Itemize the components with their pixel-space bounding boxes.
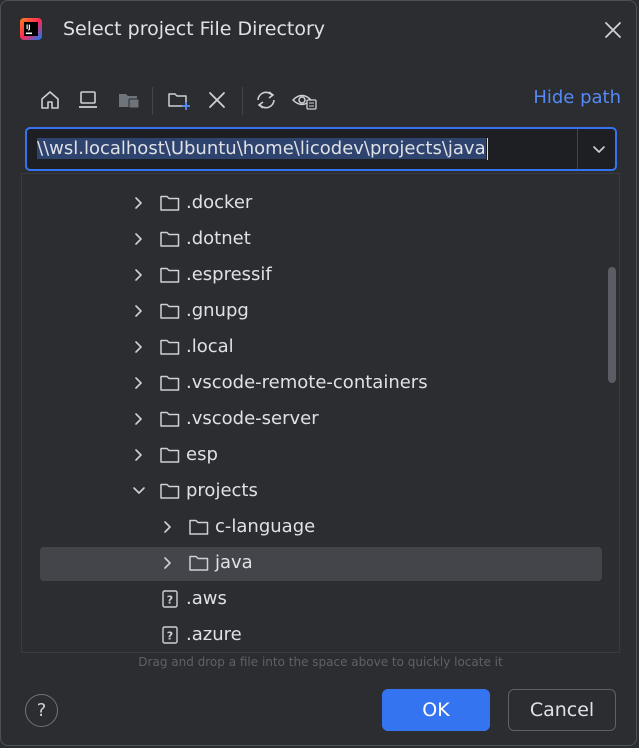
folder-icon: [160, 375, 180, 391]
chevron-right-icon[interactable]: [132, 268, 146, 282]
svg-text:?: ?: [167, 630, 173, 643]
tree-row-label: .vscode-server: [186, 408, 319, 429]
tree-row[interactable]: .espressif: [22, 258, 619, 294]
refresh-icon: [257, 91, 275, 109]
intellij-idea-icon: IJ: [20, 18, 42, 40]
help-button[interactable]: ?: [25, 694, 58, 727]
tree-row-label: esp: [186, 444, 218, 465]
desktop-button[interactable]: [73, 83, 103, 117]
folder-icon: [160, 483, 180, 499]
project-button[interactable]: [114, 83, 144, 117]
refresh-button[interactable]: [251, 83, 281, 117]
path-dropdown-button[interactable]: [582, 129, 615, 169]
toolbar: Hide path: [31, 83, 621, 117]
desktop-icon: [79, 91, 97, 108]
tree-row-label: c-language: [215, 516, 316, 537]
chevron-down-icon[interactable]: [132, 484, 146, 498]
folder-icon: [160, 339, 180, 355]
cancel-button[interactable]: Cancel: [508, 689, 616, 731]
tree-row[interactable]: .vscode-remote-containers: [22, 366, 619, 402]
tree-row-label: projects: [186, 480, 258, 501]
toolbar-separator: [242, 87, 243, 115]
chevron-right-icon[interactable]: [132, 196, 146, 210]
path-input[interactable]: \\wsl.localhost\Ubuntu\home\licodev\proj…: [37, 129, 572, 169]
path-combobox[interactable]: \\wsl.localhost\Ubuntu\home\licodev\proj…: [25, 127, 617, 171]
chevron-right-icon[interactable]: [132, 412, 146, 426]
chevron-right-icon[interactable]: [132, 448, 146, 462]
tree-row-label: java: [215, 552, 253, 573]
tree-row-label: .gnupg: [186, 300, 249, 321]
close-icon[interactable]: [601, 18, 625, 42]
tree-row[interactable]: c-language: [22, 510, 619, 546]
svg-text:?: ?: [167, 594, 173, 607]
svg-text:IJ: IJ: [26, 24, 30, 31]
ok-button[interactable]: OK: [382, 689, 490, 731]
project-folder-icon: [119, 94, 140, 109]
tree-row[interactable]: .local: [22, 330, 619, 366]
tree-row[interactable]: ? .azure: [22, 618, 619, 652]
tree-row-label: .espressif: [186, 264, 272, 285]
chevron-right-icon[interactable]: [132, 340, 146, 354]
home-button[interactable]: [35, 83, 65, 117]
file-tree[interactable]: .docker .dotnet .espressif .gnupg .local .vsc…: [21, 173, 620, 653]
new-folder-button[interactable]: [164, 83, 194, 117]
tree-row-label: .local: [186, 336, 234, 357]
chevron-right-icon[interactable]: [161, 520, 175, 534]
folder-icon: [160, 447, 180, 463]
folder-icon: [160, 231, 180, 247]
chevron-down-icon: [592, 146, 605, 153]
combo-separator: [577, 129, 578, 169]
show-hidden-icon: [291, 94, 317, 110]
file-chooser-dialog: IJ Select project File Directory Hide pa…: [0, 0, 637, 746]
title-bar: IJ Select project File Directory: [1, 1, 636, 59]
tree-row-label: .dotnet: [186, 228, 251, 249]
delete-button[interactable]: [202, 83, 232, 117]
folder-icon: [160, 411, 180, 427]
tree-row[interactable]: ? .aws: [22, 582, 619, 618]
dialog-title: Select project File Directory: [63, 18, 326, 40]
chevron-right-icon[interactable]: [132, 304, 146, 318]
show-hidden-button[interactable]: [290, 83, 320, 117]
tree-row[interactable]: projects: [22, 474, 619, 510]
toolbar-separator: [152, 87, 153, 115]
tree-row-label: .azure: [186, 624, 242, 645]
tree-row[interactable]: .docker: [22, 186, 619, 222]
drag-drop-hint: Drag and drop a file into the space abov…: [138, 655, 503, 669]
tree-row-label: .vscode-remote-containers: [186, 372, 428, 393]
tree-row[interactable]: .dotnet: [22, 222, 619, 258]
tree-row[interactable]: java: [22, 546, 619, 582]
tree-row[interactable]: .gnupg: [22, 294, 619, 330]
folder-icon: [189, 555, 209, 571]
folder-icon: [160, 303, 180, 319]
folder-icon: [160, 267, 180, 283]
selection-highlight: [40, 547, 602, 581]
path-text: \\wsl.localhost\Ubuntu\home\licodev\proj…: [37, 138, 486, 159]
unknown-file-icon: ?: [162, 590, 178, 608]
text-caret: [486, 138, 488, 160]
chevron-right-icon[interactable]: [161, 556, 175, 570]
tree-row[interactable]: .vscode-server: [22, 402, 619, 438]
new-folder-icon: [168, 93, 190, 110]
hide-path-link[interactable]: Hide path: [533, 87, 621, 108]
delete-icon: [209, 92, 225, 108]
folder-icon: [160, 195, 180, 211]
chevron-right-icon[interactable]: [132, 232, 146, 246]
tree-row[interactable]: esp: [22, 438, 619, 474]
tree-row-label: .aws: [186, 588, 227, 609]
home-icon: [41, 91, 59, 109]
unknown-file-icon: ?: [162, 626, 178, 644]
folder-icon: [189, 519, 209, 535]
chevron-right-icon[interactable]: [132, 376, 146, 390]
tree-row-label: .docker: [186, 192, 253, 213]
